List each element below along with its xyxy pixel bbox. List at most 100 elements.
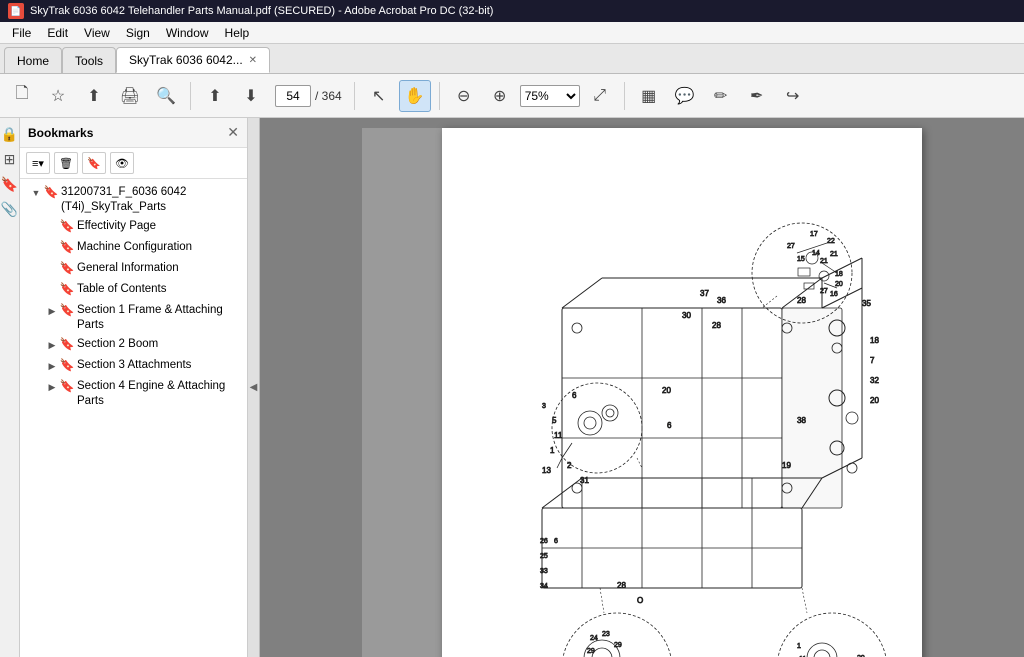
bookmark-general-info[interactable]: 🔖 General Information — [20, 259, 247, 280]
bookmark-effectivity[interactable]: 🔖 Effectivity Page — [20, 217, 247, 238]
svg-text:23: 23 — [602, 631, 610, 638]
svg-text:25: 25 — [540, 553, 548, 560]
bookmark-section3-icon: 🔖 — [60, 359, 74, 373]
menu-view[interactable]: View — [76, 24, 118, 42]
bookmark-section4-toggle[interactable]: ▶ — [44, 380, 60, 396]
svg-text:35: 35 — [862, 299, 871, 308]
svg-text:26: 26 — [540, 538, 548, 545]
bookmark-machine-config[interactable]: 🔖 Machine Configuration — [20, 238, 247, 259]
bookmark-section1-toggle[interactable]: ▶ — [44, 304, 60, 320]
layers-icon[interactable]: ⊞ — [4, 151, 16, 168]
bookmark-general-icon: 🔖 — [60, 262, 74, 276]
svg-text:15: 15 — [797, 256, 805, 263]
bookmark-effectivity-toggle — [44, 220, 60, 236]
svg-text:6: 6 — [572, 391, 577, 400]
svg-text:O: O — [637, 596, 643, 605]
tab-document[interactable]: SkyTrak 6036 6042... ✕ — [116, 47, 270, 73]
title-bar-text: SkyTrak 6036 6042 Telehandler Parts Manu… — [30, 5, 493, 17]
separator-1 — [190, 82, 191, 110]
bookmark-section1-icon: 🔖 — [60, 304, 74, 318]
bookmarks-panel: Bookmarks ✕ ≡▾ 🗑 🔖 👁 ▼ 🔖 31200731_F_6036… — [20, 118, 248, 657]
bookmark-section2-icon: 🔖 — [60, 338, 74, 352]
svg-text:20: 20 — [870, 396, 879, 405]
separator-3 — [439, 82, 440, 110]
menu-window[interactable]: Window — [158, 24, 217, 42]
lock-icon[interactable]: 🔒 — [1, 126, 18, 143]
zoom-select[interactable]: 75% 50% 100% 125% 150% — [520, 85, 580, 107]
menu-bar: File Edit View Sign Window Help — [0, 22, 1024, 44]
menu-file[interactable]: File — [4, 24, 39, 42]
page-navigation: / 364 — [275, 85, 342, 107]
pdf-viewer[interactable]: 28 35 18 7 32 20 38 19 13 36 28 — [260, 118, 1024, 657]
svg-text:7: 7 — [870, 356, 875, 365]
menu-sign[interactable]: Sign — [118, 24, 158, 42]
svg-text:5: 5 — [552, 416, 557, 425]
svg-text:34: 34 — [540, 583, 548, 590]
bookmark-toc-label: Table of Contents — [77, 282, 243, 297]
bookmarks-view-button[interactable]: 👁 — [110, 152, 134, 174]
zoom-out-button[interactable]: ⊖ — [448, 80, 480, 112]
bookmark-section3-toggle[interactable]: ▶ — [44, 359, 60, 375]
svg-text:20: 20 — [662, 386, 671, 395]
tab-close-button[interactable]: ✕ — [249, 55, 257, 66]
svg-text:31: 31 — [580, 476, 589, 485]
svg-text:27: 27 — [820, 288, 828, 295]
bookmark-section2[interactable]: ▶ 🔖 Section 2 Boom — [20, 335, 247, 356]
spreadsheet-button[interactable]: ▦ — [633, 80, 665, 112]
page-total: / 364 — [315, 89, 342, 103]
tab-tools[interactable]: Tools — [62, 47, 116, 73]
fit-page-button[interactable]: ⤢ — [584, 80, 616, 112]
page-input[interactable] — [275, 85, 311, 107]
panel-collapse-handle[interactable]: ◀ — [248, 118, 260, 657]
svg-text:6: 6 — [554, 538, 558, 545]
svg-text:18: 18 — [870, 336, 879, 345]
svg-text:16: 16 — [830, 291, 838, 298]
next-page-button[interactable]: ⬇ — [235, 80, 267, 112]
menu-help[interactable]: Help — [217, 24, 258, 42]
svg-text:1: 1 — [550, 446, 555, 455]
bookmark-root[interactable]: ▼ 🔖 31200731_F_6036 6042 (T4i)_SkyTrak_P… — [20, 183, 247, 217]
bookmark-section1-label: Section 1 Frame & Attaching Parts — [77, 303, 243, 333]
bookmark-section3[interactable]: ▶ 🔖 Section 3 Attachments — [20, 356, 247, 377]
svg-text:21: 21 — [830, 251, 838, 258]
bookmark-button[interactable]: ☆ — [42, 80, 74, 112]
comment-button[interactable]: 💬 — [669, 80, 701, 112]
bookmark-section2-toggle[interactable]: ▶ — [44, 338, 60, 354]
tab-home[interactable]: Home — [4, 47, 62, 73]
new-file-button[interactable]: 🗋 — [6, 80, 38, 112]
bookmark-section4[interactable]: ▶ 🔖 Section 4 Engine & Attaching Parts — [20, 377, 247, 411]
bookmark-section1[interactable]: ▶ 🔖 Section 1 Frame & Attaching Parts — [20, 301, 247, 335]
svg-text:20: 20 — [835, 281, 843, 288]
stamp-button[interactable]: ✒ — [741, 80, 773, 112]
bookmarks-close-button[interactable]: ✕ — [227, 124, 239, 141]
svg-text:28: 28 — [797, 296, 806, 305]
bookmark-root-toggle[interactable]: ▼ — [28, 186, 44, 202]
bookmarks-expand-button[interactable]: 🔖 — [82, 152, 106, 174]
toolbar: 🗋 ☆ ⬆ 🖨 🔍 ⬆ ⬇ / 364 ↖ ✋ ⊖ ⊕ 75% 50% 100%… — [0, 74, 1024, 118]
zoom-in-button[interactable]: ⊕ — [484, 80, 516, 112]
select-tool-button[interactable]: ↖ — [363, 80, 395, 112]
tab-tools-label: Tools — [75, 54, 103, 68]
prev-page-button[interactable]: ⬆ — [199, 80, 231, 112]
svg-text:17: 17 — [810, 231, 818, 238]
print-button[interactable]: 🖨 — [114, 80, 146, 112]
bookmarks-toolbar: ≡▾ 🗑 🔖 👁 — [20, 148, 247, 179]
svg-text:37: 37 — [700, 289, 709, 298]
hand-tool-button[interactable]: ✋ — [399, 80, 431, 112]
svg-text:28: 28 — [712, 321, 721, 330]
bookmark-toc[interactable]: 🔖 Table of Contents — [20, 280, 247, 301]
search-button[interactable]: 🔍 — [150, 80, 182, 112]
cloud-button[interactable]: ⬆ — [78, 80, 110, 112]
bookmarks-delete-button[interactable]: 🗑 — [54, 152, 78, 174]
menu-edit[interactable]: Edit — [39, 24, 76, 42]
svg-text:27: 27 — [787, 243, 795, 250]
share-button[interactable]: ↪ — [777, 80, 809, 112]
bookmarks-nav-icon[interactable]: 🔖 — [1, 176, 18, 193]
bookmarks-menu-button[interactable]: ≡▾ — [26, 152, 50, 174]
tab-home-label: Home — [17, 54, 49, 68]
separator-4 — [624, 82, 625, 110]
paperclip-icon[interactable]: 📎 — [1, 201, 18, 218]
highlight-button[interactable]: ✏ — [705, 80, 737, 112]
bookmark-toc-toggle — [44, 283, 60, 299]
svg-text:24: 24 — [590, 635, 598, 642]
